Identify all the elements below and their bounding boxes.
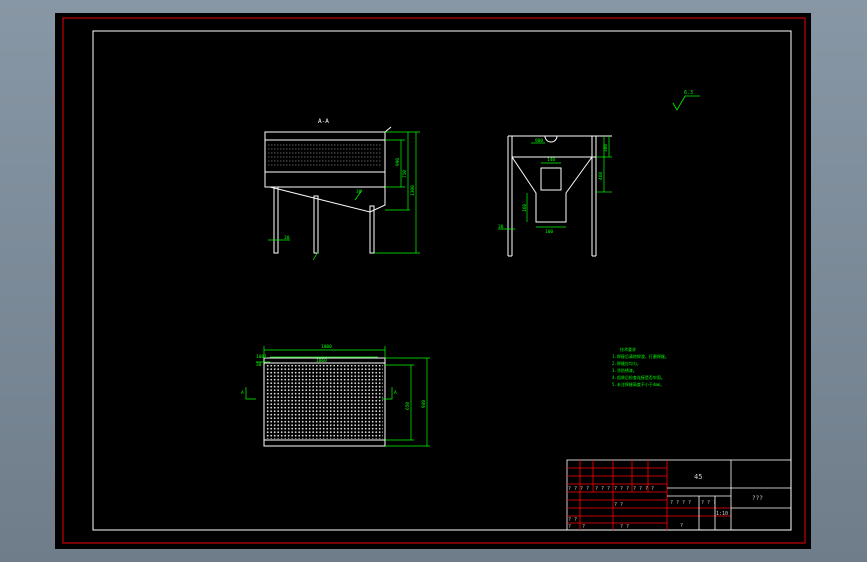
dim-1001: 1001 bbox=[256, 354, 267, 360]
dim-30-top: 30 bbox=[256, 362, 262, 368]
dim-height-1300: 1300 bbox=[410, 185, 416, 196]
roughness-value: 6.3 bbox=[684, 90, 693, 96]
note-4: 4.组装后检查连接是否牢固。 bbox=[612, 374, 665, 380]
scale-value: 1:10 bbox=[716, 511, 728, 517]
perforated-plate bbox=[266, 365, 383, 439]
note-1: 1.焊接后清除焊渣、打磨焊缝。 bbox=[612, 353, 669, 359]
dim-140: 140 bbox=[547, 157, 555, 163]
notes-heading: 技术要求 bbox=[620, 346, 636, 352]
drawing-sheet: A-A 990 750 1300 30 30 300 460 900 140 1… bbox=[55, 13, 811, 549]
cell-r2-2: ? ? bbox=[620, 524, 629, 530]
cell-r1-2: ? ? ? bbox=[614, 486, 629, 492]
dim-height-990: 990 bbox=[395, 158, 401, 166]
section-label: A-A bbox=[318, 118, 329, 125]
note-5: 5.未注焊缝高度不小于4mm。 bbox=[612, 381, 664, 387]
cell-r1-3: ? ? ? ? bbox=[633, 486, 654, 492]
scale-area-2: ? bbox=[680, 523, 683, 529]
section-mark-right: A bbox=[394, 390, 397, 396]
dim-leg-30: 30 bbox=[284, 235, 290, 241]
dim-160: 160 bbox=[522, 204, 528, 212]
drawing-name: ??? bbox=[752, 495, 763, 502]
material-value: 45 bbox=[694, 473, 702, 481]
note-2: 2.焊缝应均匀。 bbox=[612, 360, 641, 366]
note-3: 3.涂防锈漆。 bbox=[612, 367, 637, 373]
cell-r2-0: ? bbox=[568, 524, 571, 530]
dim-depth-650: 650 bbox=[405, 402, 411, 410]
dim-100: 100 bbox=[545, 229, 553, 235]
cell-r1-0: ? ? ? ? bbox=[568, 486, 589, 492]
cell-r2-1: ? bbox=[582, 524, 585, 530]
dim-width-1000: 1000 bbox=[321, 344, 332, 350]
cell-r1-4: ? ? bbox=[614, 502, 623, 508]
scale-area-1: ? ? ? bbox=[701, 500, 716, 506]
section-mark-left: A bbox=[241, 390, 244, 396]
dim-460: 460 bbox=[598, 172, 604, 180]
dim-900: 900 bbox=[535, 138, 543, 144]
dim-depth-940: 940 bbox=[421, 400, 427, 408]
dim-width-1060: 1060 bbox=[316, 358, 327, 364]
dim-height-750: 750 bbox=[402, 170, 408, 178]
dim-300: 300 bbox=[603, 144, 609, 152]
cell-r1-1: ? ? ? bbox=[595, 486, 610, 492]
paper-background bbox=[55, 13, 811, 549]
scale-area-0: ? ? ? ? bbox=[670, 500, 691, 506]
dim-angle-30: 30 bbox=[356, 189, 362, 195]
cell-r1-5: ? ? bbox=[568, 517, 577, 523]
dim-30: 30 bbox=[498, 224, 504, 230]
